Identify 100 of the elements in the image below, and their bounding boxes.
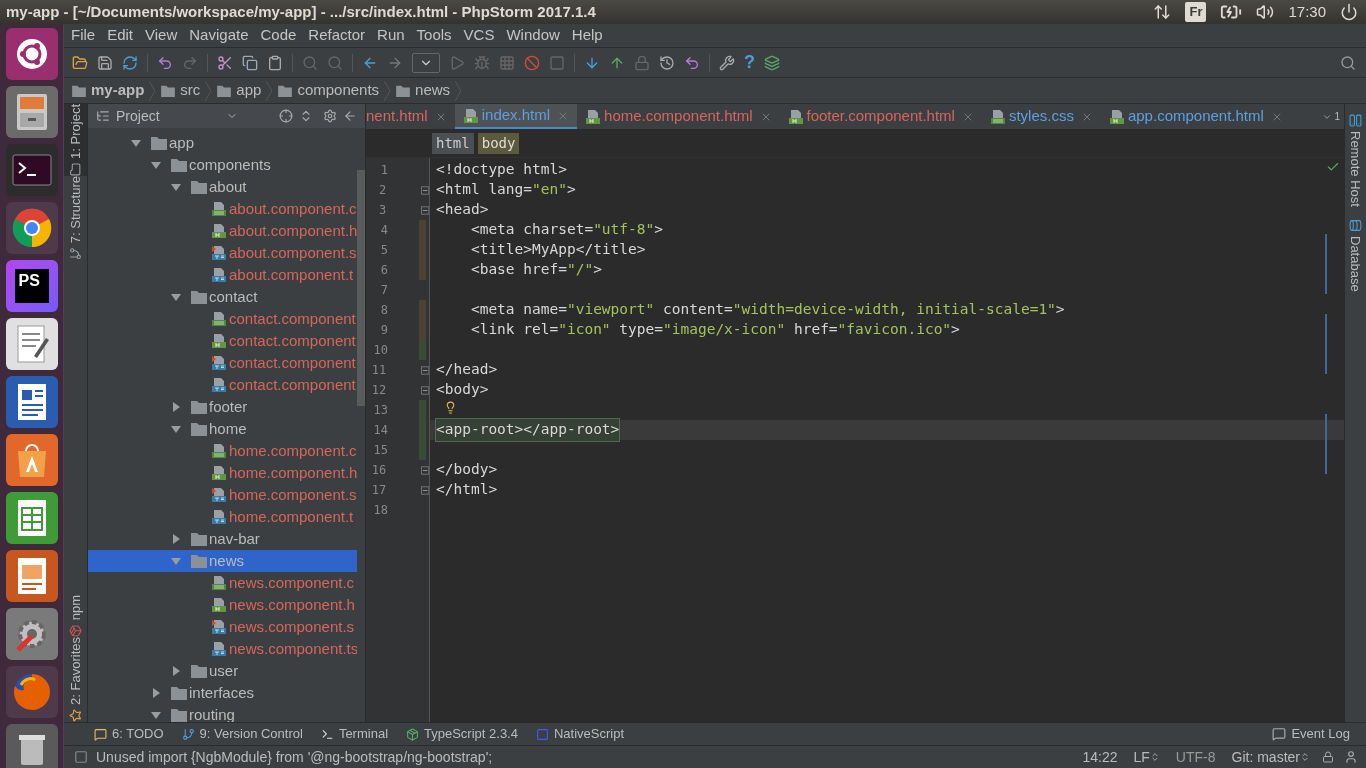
tree-row[interactable]: news.component.h	[88, 594, 357, 616]
menu-item[interactable]: Window	[506, 24, 560, 47]
network-icon[interactable]	[1153, 3, 1172, 21]
tree-row[interactable]: home.component.s	[88, 484, 357, 506]
menu-item[interactable]: View	[145, 24, 178, 47]
event-log-button[interactable]: Event Log	[1272, 724, 1350, 744]
undo-icon[interactable]	[157, 54, 173, 71]
tree-row[interactable]: about.component.t	[88, 264, 357, 286]
tree-row[interactable]: contact.component	[88, 330, 357, 352]
document-icon[interactable]	[5, 376, 58, 428]
expanded-arrow-icon[interactable]	[171, 292, 181, 302]
tree-row[interactable]: interfaces	[88, 682, 357, 704]
tree-row[interactable]: contact.component	[88, 308, 357, 330]
menu-item[interactable]: Help	[571, 24, 603, 47]
tree-row[interactable]: news.component.c	[88, 572, 357, 594]
locate-icon[interactable]	[279, 109, 293, 123]
terminal-icon[interactable]	[5, 144, 58, 196]
menu-item[interactable]: File	[71, 24, 96, 47]
shopping-bag-icon[interactable]	[5, 434, 58, 486]
tool-window-button[interactable]: 9: Version Control	[181, 724, 303, 744]
collapsed-arrow-icon[interactable]	[171, 534, 181, 544]
editor-tab[interactable]: footer.component.html	[779, 104, 982, 129]
wrench-icon[interactable]	[719, 54, 735, 71]
editor-tab[interactable]: index.html	[454, 104, 578, 129]
tree-row[interactable]: footer	[88, 396, 357, 418]
editor-tab[interactable]: nent.html	[366, 104, 455, 129]
presentation-icon[interactable]	[5, 550, 58, 602]
help-button[interactable]: ?	[744, 49, 755, 76]
history-icon[interactable]	[659, 54, 675, 71]
fold-marker-icon[interactable]	[420, 185, 429, 195]
tree-row[interactable]: news.component.ts	[88, 638, 357, 660]
collapsed-arrow-icon[interactable]	[151, 688, 161, 698]
tree-row[interactable]: home	[88, 418, 357, 440]
browser-icon[interactable]	[5, 202, 58, 254]
save-icon[interactable]	[97, 54, 113, 71]
paste-icon[interactable]	[267, 54, 283, 71]
editor-tab[interactable]: app.component.html	[1100, 104, 1291, 129]
editor-tab[interactable]: styles.css	[981, 104, 1101, 129]
tree-row[interactable]: news.component.s	[88, 616, 357, 638]
ubuntu-logo-icon[interactable]	[5, 28, 58, 80]
menu-item[interactable]: Run	[377, 24, 405, 47]
fold-marker-icon[interactable]	[420, 465, 429, 475]
expanded-arrow-icon[interactable]	[151, 710, 161, 720]
breadcrumb-item[interactable]: components	[297, 79, 380, 102]
tree-row[interactable]: user	[88, 660, 357, 682]
tree-row[interactable]: routing	[88, 704, 357, 722]
menu-item[interactable]: Refactor	[308, 24, 366, 47]
expanded-arrow-icon[interactable]	[131, 138, 141, 148]
breadcrumb-item[interactable]: my-app	[91, 79, 145, 102]
tree-row[interactable]: about	[88, 176, 357, 198]
breadcrumb-item[interactable]: news	[415, 79, 451, 102]
stop-listening-icon[interactable]	[524, 54, 540, 71]
git-branch[interactable]: Git: master	[1231, 746, 1310, 768]
tree-row[interactable]: home.component.c	[88, 440, 357, 462]
trash-icon[interactable]	[5, 724, 58, 768]
file-cabinet-icon[interactable]	[5, 86, 58, 138]
run-configuration-dropdown[interactable]	[412, 52, 440, 73]
line-separator[interactable]: LF	[1133, 746, 1160, 768]
power-icon[interactable]	[1340, 3, 1358, 21]
fold-marker-icon[interactable]	[420, 385, 429, 395]
ide-app-icon[interactable]: PS	[5, 260, 58, 312]
search-icon[interactable]	[1340, 54, 1356, 71]
spreadsheet-icon[interactable]	[5, 492, 58, 544]
fox-browser-icon[interactable]	[5, 666, 58, 718]
breadcrumb-item[interactable]: src	[180, 79, 201, 102]
menu-item[interactable]: Navigate	[189, 24, 249, 47]
tool-window-tab[interactable]: 7: Structure	[64, 175, 87, 261]
tool-window-button[interactable]: TypeScript 2.3.4	[406, 724, 518, 744]
settings-icon[interactable]	[323, 109, 337, 123]
tag-breadcrumb[interactable]: html	[432, 133, 474, 154]
tree-row[interactable]: home.component.h	[88, 462, 357, 484]
tool-window-button[interactable]: 6: TODO	[94, 724, 164, 744]
breadcrumb-item[interactable]: app	[236, 79, 262, 102]
collapsed-arrow-icon[interactable]	[171, 666, 181, 676]
tree-row[interactable]: home.component.t	[88, 506, 357, 528]
cut-icon[interactable]	[217, 54, 233, 71]
tool-window-tab[interactable]: 1: Project	[64, 104, 87, 176]
scrollbar[interactable]	[357, 170, 365, 406]
menu-item[interactable]: VCS	[463, 24, 495, 47]
tree-row[interactable]: contact.component	[88, 352, 357, 374]
menu-item[interactable]: Code	[260, 24, 297, 47]
text-editor-icon[interactable]	[5, 318, 58, 370]
copy-icon[interactable]	[242, 54, 258, 71]
lock-icon[interactable]	[1322, 751, 1334, 763]
volume-icon[interactable]	[1256, 3, 1275, 21]
tree-row[interactable]: contact.component	[88, 374, 357, 396]
tree-row[interactable]: app	[88, 132, 357, 154]
revert-icon[interactable]	[684, 54, 700, 71]
file-encoding[interactable]: UTF-8	[1175, 746, 1216, 768]
fold-marker-icon[interactable]	[420, 205, 429, 215]
tool-window-button[interactable]: NativeScript	[535, 724, 625, 744]
tree-row[interactable]: about.component.c	[88, 198, 357, 220]
expanded-arrow-icon[interactable]	[171, 424, 181, 434]
fold-marker-icon[interactable]	[420, 485, 429, 495]
tree-row[interactable]: about.component.s	[88, 242, 357, 264]
clock[interactable]: 17:30	[1288, 0, 1326, 24]
settings-tools-icon[interactable]	[5, 608, 58, 660]
caret-position[interactable]: 14:22	[1082, 746, 1118, 768]
lightbulb-icon[interactable]	[444, 400, 457, 414]
keyboard-layout-indicator[interactable]: Fr	[1185, 2, 1207, 22]
